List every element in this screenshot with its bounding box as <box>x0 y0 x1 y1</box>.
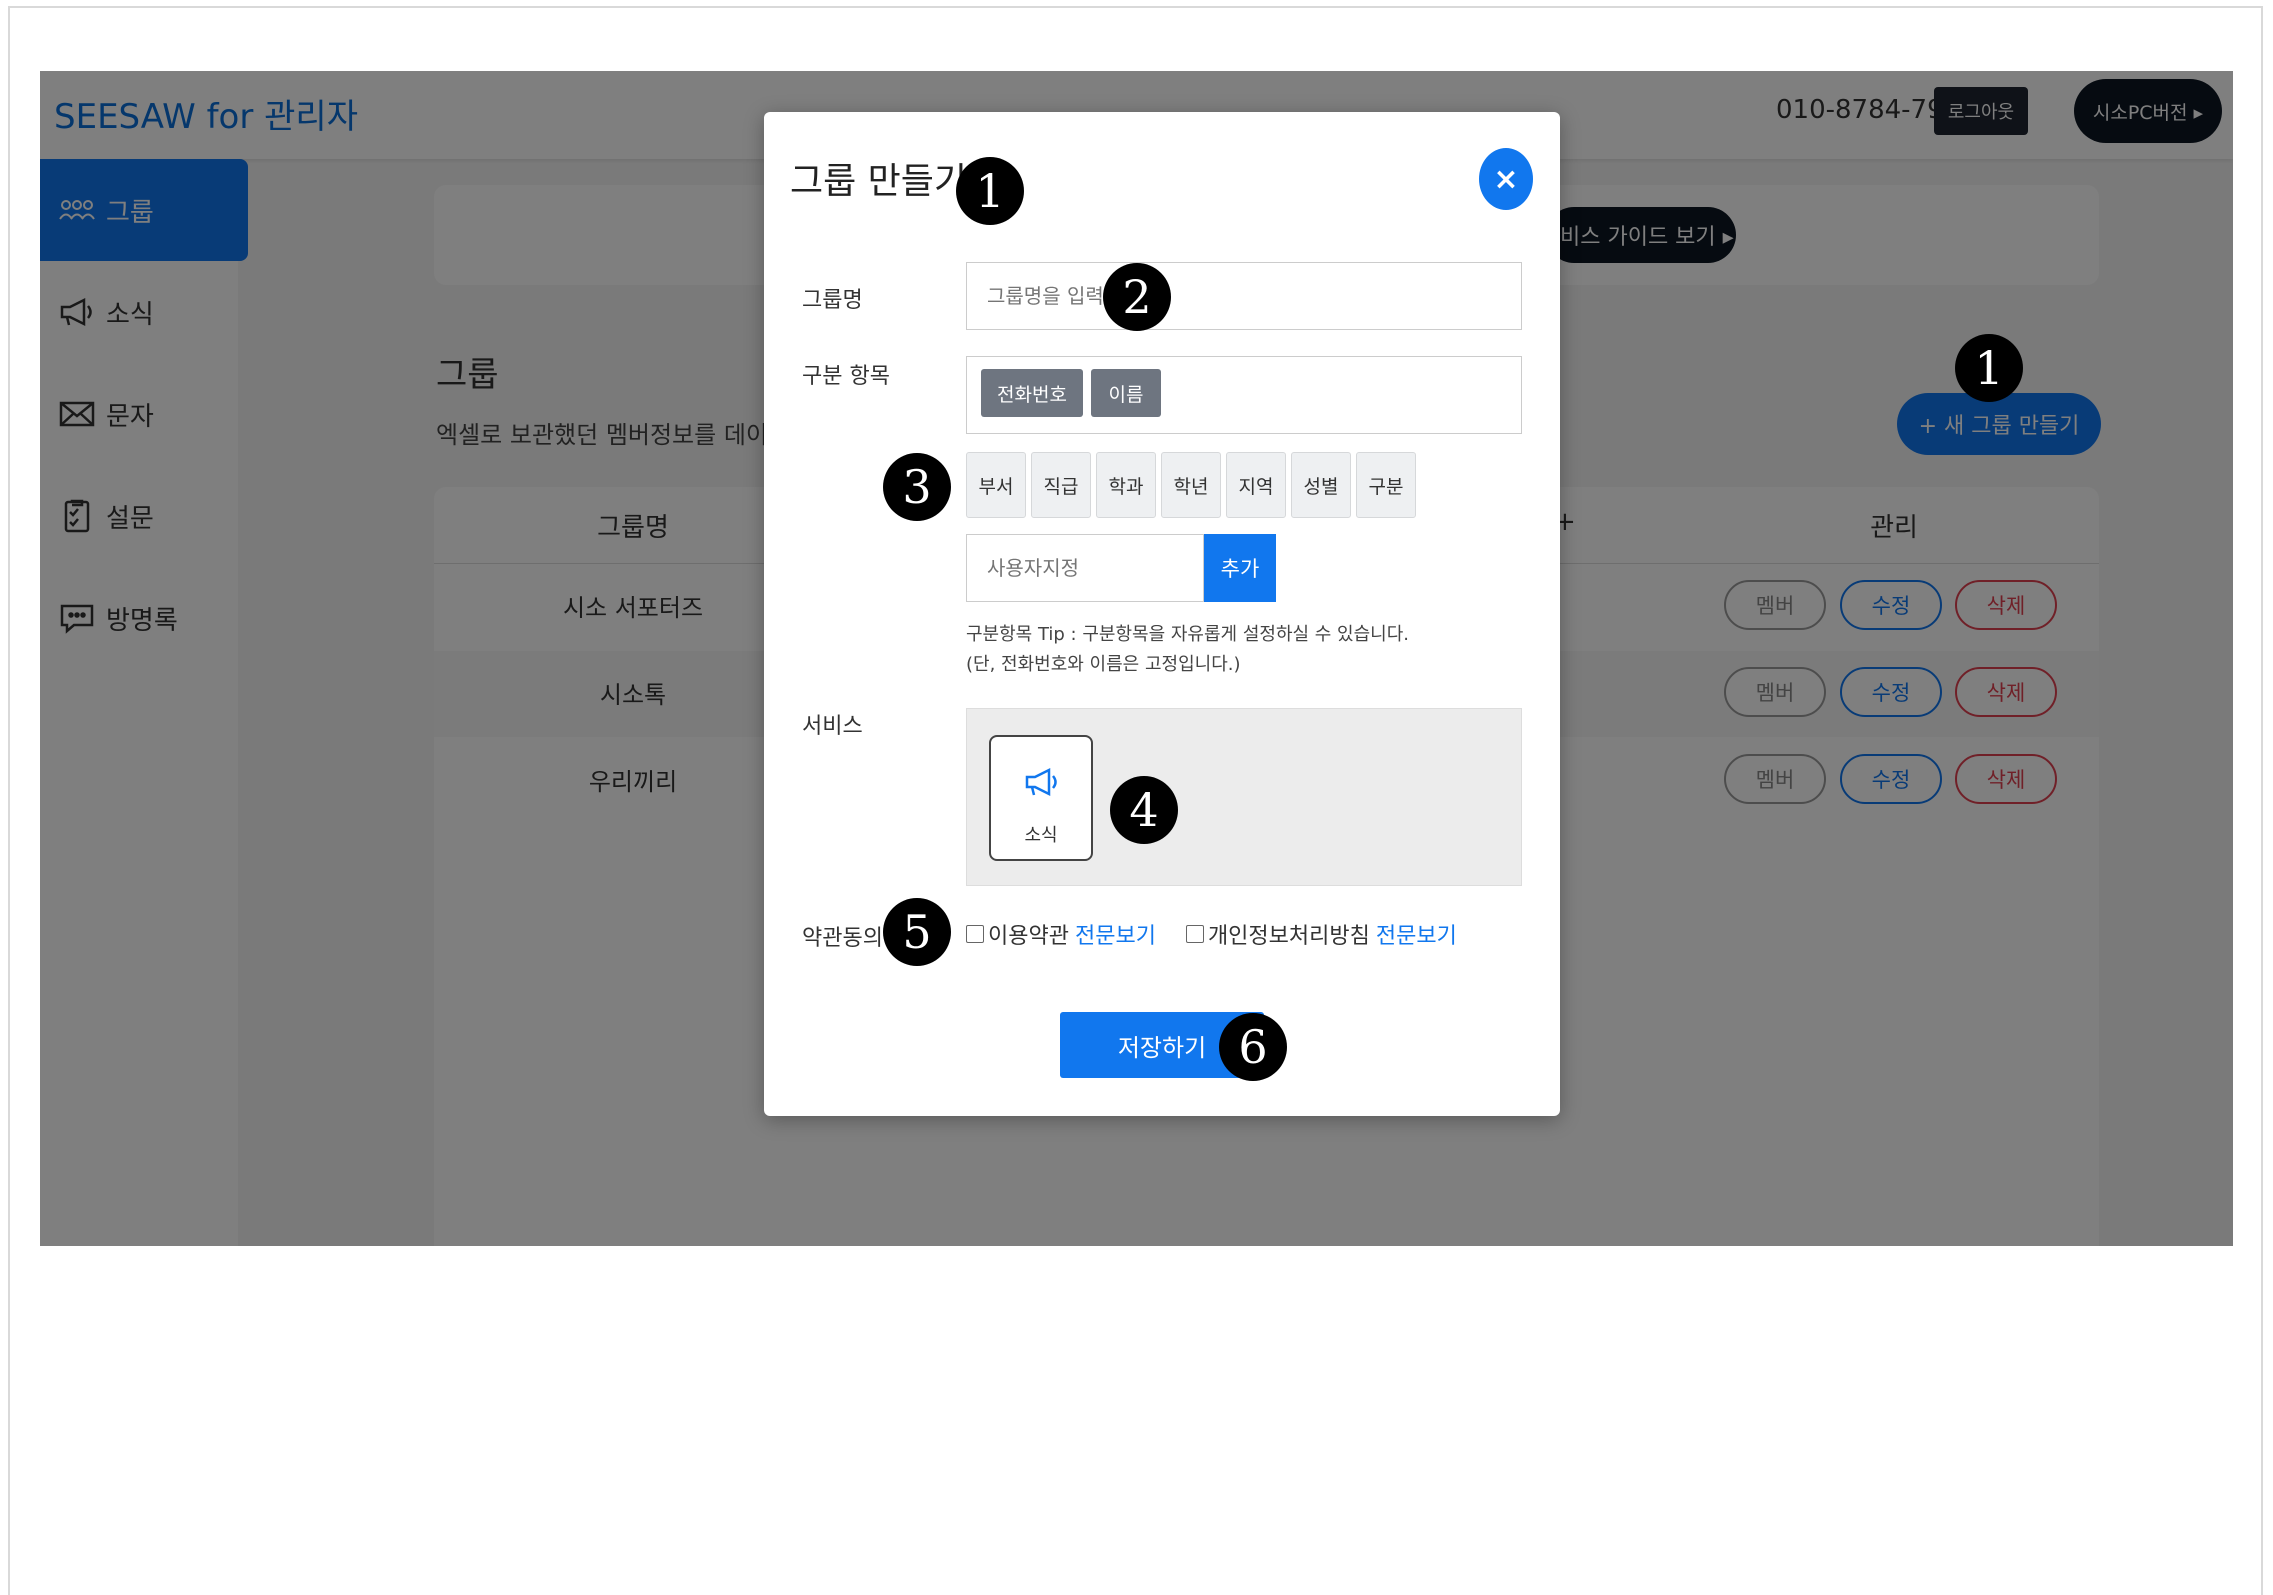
category-option-department[interactable]: 부서 <box>966 452 1026 518</box>
group-name-input[interactable] <box>966 262 1522 330</box>
modal-title: 그룹 만들기 <box>790 161 968 202</box>
annotation-marker-2: 2 <box>1103 263 1171 331</box>
service-box: 소식 <box>966 708 1522 886</box>
privacy-text: 개인정보처리방침 <box>1207 924 1370 949</box>
annotation-marker-3: 3 <box>883 453 951 521</box>
terms-label: 약관동의 <box>802 926 883 951</box>
category-option-gender[interactable]: 성별 <box>1291 452 1351 518</box>
category-label: 구분 항목 <box>802 364 890 389</box>
terms-checkbox[interactable] <box>966 925 984 943</box>
annotation-marker-5: 5 <box>883 898 951 966</box>
megaphone-icon <box>1025 767 1057 797</box>
category-option-division[interactable]: 구분 <box>1356 452 1416 518</box>
annotation-marker-6: 6 <box>1219 1013 1287 1081</box>
service-card-label: 소식 <box>1024 825 1058 846</box>
category-option-position[interactable]: 직급 <box>1031 452 1091 518</box>
annotation-marker-1: 1 <box>956 157 1024 225</box>
annotation-marker-4: 4 <box>1110 776 1178 844</box>
create-group-modal: 그룹 만들기 × 그룹명 구분 항목 전화번호 이름 부서 직급 학과 학년 지… <box>764 112 1560 1116</box>
terms-text: 이용약관 <box>988 924 1069 949</box>
selected-category-box: 전화번호 이름 <box>966 356 1522 434</box>
custom-category-input[interactable] <box>966 534 1204 602</box>
group-name-label: 그룹명 <box>802 288 863 313</box>
tip-line: 구분항목 Tip : 구분항목을 자유롭게 설정하실 수 있습니다. <box>966 624 1410 645</box>
privacy-view-link[interactable]: 전문보기 <box>1376 918 1457 950</box>
terms-agreement-row: 이용약관 전문보기 개인정보처리방침 전문보기 <box>966 918 1457 950</box>
fixed-tag-name: 이름 <box>1091 369 1161 417</box>
service-label: 서비스 <box>802 714 863 739</box>
service-news-card[interactable]: 소식 <box>989 735 1093 861</box>
category-tip: 구분항목 Tip : 구분항목을 자유롭게 설정하실 수 있습니다. (단, 전… <box>966 620 1409 680</box>
tip-line: (단, 전화번호와 이름은 고정입니다.) <box>966 654 1241 675</box>
annotation-marker-1b: 1 <box>1955 334 2023 402</box>
category-option-major[interactable]: 학과 <box>1096 452 1156 518</box>
terms-view-link[interactable]: 전문보기 <box>1075 918 1156 950</box>
add-category-button[interactable]: 추가 <box>1204 534 1276 602</box>
close-button[interactable]: × <box>1479 148 1533 210</box>
category-option-grade[interactable]: 학년 <box>1161 452 1221 518</box>
category-option-region[interactable]: 지역 <box>1226 452 1286 518</box>
close-icon: × <box>1493 161 1519 197</box>
privacy-checkbox[interactable] <box>1185 925 1204 943</box>
fixed-tag-phone: 전화번호 <box>981 369 1083 417</box>
